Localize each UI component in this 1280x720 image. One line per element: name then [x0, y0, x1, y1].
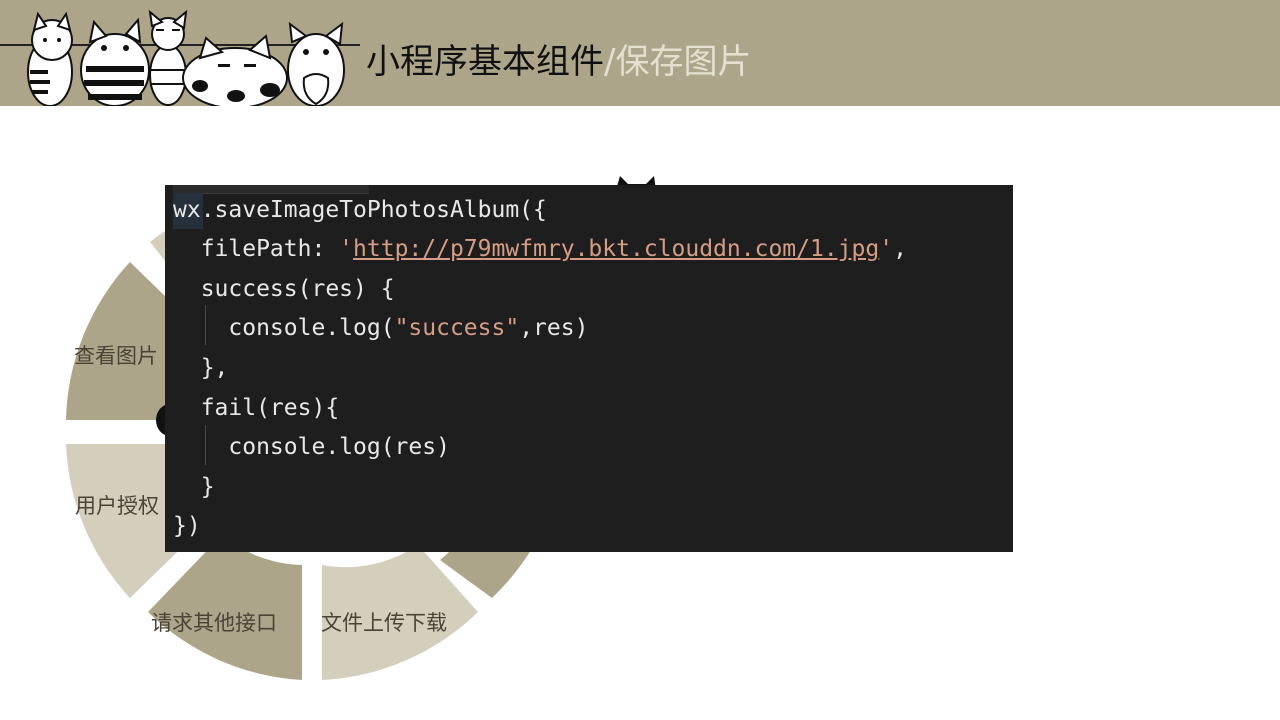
code-token-comma: , — [893, 236, 907, 262]
segment-label-auth: 用户授权 — [75, 494, 159, 518]
code-token-call: console.log( — [173, 315, 395, 341]
code-token-key: filePath: — [173, 236, 340, 262]
page-title: 小程序基本组件/保存图片 — [366, 38, 751, 86]
header-bar: 小程序基本组件/保存图片 — [0, 0, 1280, 106]
code-line-1: wx.saveImageToPhotosAlbum({ — [173, 197, 547, 223]
code-line-4: console.log("success",res) — [173, 310, 588, 346]
segment-label-view: 查看图片 — [74, 344, 158, 368]
code-token-quote-open: ' — [339, 236, 354, 262]
code-panel: wx.saveImageToPhotosAlbum({ filePath: 'h… — [165, 185, 1013, 552]
code-line-8: } — [173, 474, 215, 500]
cats-illustration — [0, 9, 360, 106]
code-line-9: }) — [173, 513, 201, 539]
code-line-7: console.log(res) — [173, 434, 450, 460]
code-token-url: http://p79mwfmry.bkt.clouddn.com/1.jpg — [353, 236, 880, 262]
title-separator: / — [604, 42, 616, 82]
code-line-2: filePath: 'http://p79mwfmry.bkt.clouddn.… — [173, 231, 907, 267]
code-line-5: }, — [173, 355, 229, 381]
segment-label-request: 请求其他接口 — [151, 611, 277, 635]
code-line-6: fail(res){ — [173, 395, 340, 421]
code-line-3: success(res) { — [173, 276, 395, 302]
code-token-args: ,res) — [519, 315, 589, 341]
title-main: 小程序基本组件 — [366, 42, 604, 82]
title-sub: 保存图片 — [615, 42, 752, 82]
code-token-quote-close: ' — [879, 236, 894, 262]
code-token-string: "success" — [394, 315, 520, 341]
segment-label-upload: 文件上传下载 — [321, 611, 447, 635]
